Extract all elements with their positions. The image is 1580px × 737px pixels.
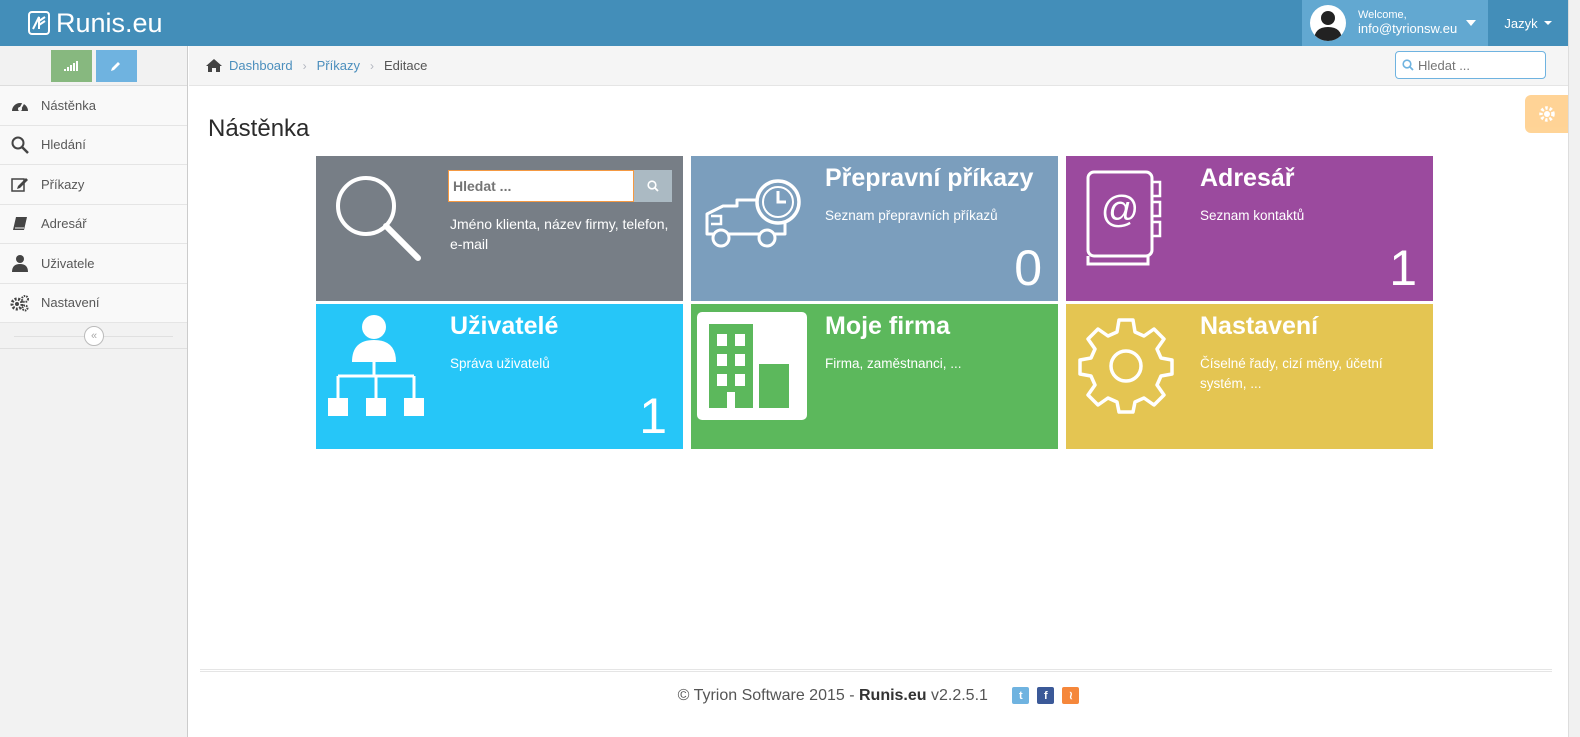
user-hierarchy-icon: [328, 315, 424, 416]
sidebar-item-label: Adresář: [41, 216, 87, 232]
rss-icon[interactable]: ≀: [1062, 687, 1080, 705]
footer-copyright: © Tyrion Software 2015 -: [677, 687, 859, 704]
firm-tile-subtitle: Firma, zaměstnanci, ...: [825, 356, 962, 371]
facebook-icon[interactable]: f: [1037, 687, 1055, 705]
breadcrumb: Dashboard › Příkazy › Editace: [189, 46, 1568, 86]
double-chevron-left-icon[interactable]: «: [84, 326, 104, 346]
search-tile-hint: Jméno klienta, název firmy, telefon, e-m…: [450, 216, 669, 252]
user-email: info@tyrionsw.eu: [1358, 20, 1458, 36]
users-tile-title: Uživatelé: [450, 312, 559, 340]
caret-down-icon: [1543, 21, 1552, 25]
sidebar-item-search[interactable]: Hledání: [0, 125, 187, 165]
settings-tile-title: Nastavení: [1200, 312, 1319, 340]
tile-search-input[interactable]: [448, 170, 634, 202]
caret-down-icon: [1466, 20, 1476, 26]
avatar: [1310, 5, 1346, 41]
twitter-icon[interactable]: t: [1012, 687, 1030, 705]
sidebar-item-label: Nastavení: [41, 295, 100, 311]
sidebar-item-orders[interactable]: Příkazy: [0, 165, 187, 205]
sidebar-item-users[interactable]: Uživatele: [0, 244, 187, 284]
sidebar-item-label: Uživatele: [41, 255, 95, 271]
tile-search-button[interactable]: [634, 170, 672, 202]
gear-icon: [1078, 318, 1174, 414]
users-tile[interactable]: Uživatelé Správa uživatelů 1: [316, 304, 683, 449]
user-icon: [10, 253, 30, 273]
user-avatar-icon: [1314, 11, 1342, 41]
addressbook-tile[interactable]: @ Adresář Seznam kontaktů 1: [1066, 156, 1433, 301]
footer-divider: [200, 669, 1552, 672]
settings-tile[interactable]: Nastavení Číselné řady, cizí měny, účetn…: [1066, 304, 1433, 449]
edit-icon: [10, 174, 30, 194]
nav-search-input[interactable]: [1418, 57, 1538, 73]
breadcrumb-current: Editace: [383, 58, 428, 73]
book-icon: [10, 214, 30, 234]
truck-clock-icon: [705, 179, 801, 248]
user-menu[interactable]: Welcome, info@tyrionsw.eu: [1302, 0, 1488, 46]
pencil-icon: [111, 61, 120, 71]
address-book-icon: @: [1086, 170, 1162, 266]
top-navbar: Runis.eu Welcome, info@tyrionsw.eu Jazyk: [0, 0, 1568, 46]
addressbook-tile-title: Adresář: [1200, 164, 1295, 192]
page-title: Nástěnka: [208, 115, 310, 142]
home-icon: [206, 59, 222, 72]
runis-logo-icon: [28, 11, 50, 35]
brand-name: Runis.eu: [56, 7, 163, 38]
sidebar-item-settings[interactable]: Nastavení: [0, 283, 187, 323]
addressbook-count: 1: [1389, 240, 1417, 296]
cogs-icon: [10, 293, 30, 313]
sidebar-item-label: Hledání: [41, 137, 86, 153]
firm-tile[interactable]: Moje firma Firma, zaměstnanci, ...: [691, 304, 1058, 449]
sidebar-item-label: Nástěnka: [41, 97, 96, 113]
language-label: Jazyk: [1504, 15, 1538, 31]
edit-shortcut-button[interactable]: [95, 49, 137, 82]
search-icon: [647, 180, 659, 192]
sidebar-collapse-row: «: [0, 323, 187, 349]
building-icon: [697, 312, 807, 420]
users-count: 1: [639, 388, 667, 444]
users-tile-subtitle: Správa uživatelů: [450, 356, 550, 371]
orders-tile-title: Přepravní příkazy: [825, 164, 1034, 192]
nav-search-box: [1395, 51, 1546, 79]
welcome-label: Welcome,: [1358, 9, 1407, 22]
search-icon: [10, 135, 30, 155]
dashboard-icon: [10, 95, 30, 115]
orders-tile[interactable]: Přepravní příkazy Seznam přepravních pří…: [691, 156, 1058, 301]
sidebar-item-addressbook[interactable]: Adresář: [0, 204, 187, 244]
page-scrollbar[interactable]: [1568, 0, 1580, 737]
stats-shortcut-button[interactable]: [50, 49, 92, 82]
sidebar-item-label: Příkazy: [41, 176, 85, 192]
sidebar-item-dashboard[interactable]: Nástěnka: [0, 86, 187, 126]
orders-tile-subtitle: Seznam přepravních příkazů: [825, 208, 998, 223]
addressbook-tile-subtitle: Seznam kontaktů: [1200, 208, 1305, 223]
sidebar-shortcuts: [0, 46, 187, 86]
orders-count: 0: [1014, 240, 1042, 296]
search-tile: Jméno klienta, název firmy, telefon, e-m…: [316, 156, 683, 301]
footer: © Tyrion Software 2015 - Runis.eu v2.2.5…: [189, 687, 1568, 705]
signal-icon: [64, 60, 78, 71]
ace-settings-button[interactable]: [1525, 95, 1568, 133]
settings-tile-subtitle: Číselné řady, cizí měny, účetní systém, …: [1200, 356, 1383, 391]
footer-product: Runis.eu: [858, 687, 927, 704]
svg-text:@: @: [1101, 189, 1140, 231]
chevron-right-icon: ›: [302, 58, 307, 73]
language-menu[interactable]: Jazyk: [1488, 0, 1568, 46]
sidebar: Nástěnka Hledání Příkazy Adresář Uživate…: [0, 46, 188, 737]
magnifier-icon: [336, 176, 421, 261]
gear-icon: [1538, 106, 1555, 122]
breadcrumb-orders-link[interactable]: Příkazy: [317, 58, 360, 73]
tile-search-form: [448, 170, 672, 202]
footer-version: v2.2.5.1: [926, 687, 988, 704]
search-icon: [1402, 59, 1414, 71]
brand-logo-link[interactable]: Runis.eu: [28, 8, 163, 38]
chevron-right-icon: ›: [369, 58, 374, 73]
breadcrumb-dashboard-link[interactable]: Dashboard: [229, 58, 293, 73]
firm-tile-title: Moje firma: [825, 312, 951, 340]
